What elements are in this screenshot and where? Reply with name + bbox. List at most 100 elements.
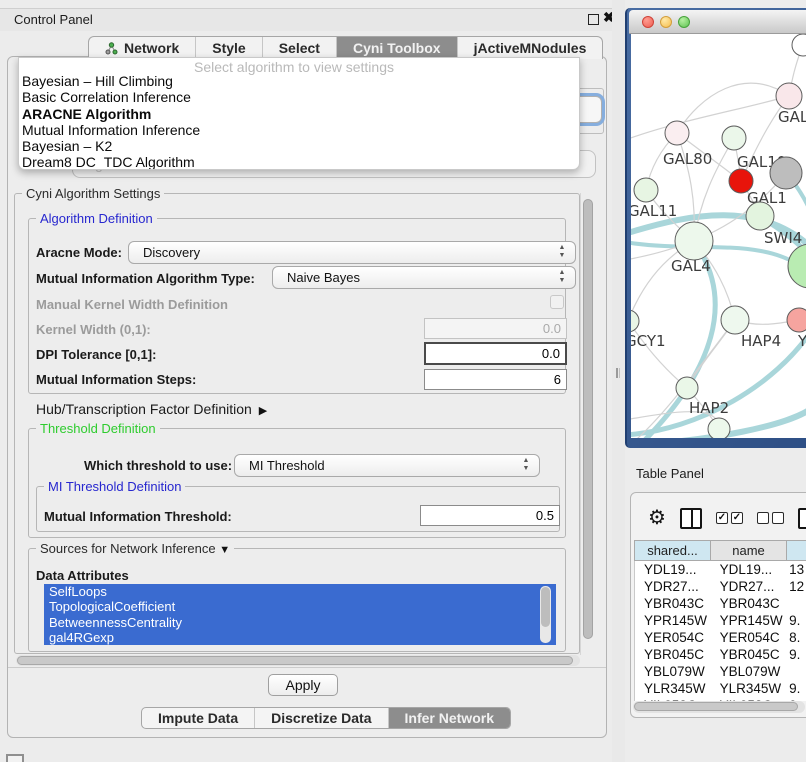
column-header-partial[interactable] (786, 540, 806, 561)
cell-value (786, 595, 806, 612)
attribute-list-scrollbar[interactable] (540, 586, 551, 643)
algorithm-dropdown-popup: Select algorithm to view settings Bayesi… (18, 57, 580, 170)
manual-kernel-checkbox[interactable] (550, 295, 564, 309)
column-header-shared[interactable]: shared... (634, 540, 710, 561)
tab-style[interactable]: Style (196, 37, 262, 59)
network-node[interactable] (665, 121, 689, 145)
network-node-label: SWI4 (764, 229, 802, 247)
stepper-icon: ▲▼ (521, 457, 531, 475)
attribute-item-selected[interactable]: TopologicalCoefficient (44, 599, 556, 614)
network-node[interactable] (721, 306, 749, 334)
settings-horizontal-scrollbar[interactable] (16, 655, 580, 666)
scrollbar-thumb[interactable] (583, 199, 593, 639)
float-window-icon[interactable] (588, 14, 599, 25)
network-node[interactable] (776, 83, 802, 109)
table-row[interactable]: YER054C YER054C 8. (635, 629, 806, 646)
table-row[interactable]: YDL19... YDL19... 13 (635, 561, 806, 578)
tab-jactivemnodules[interactable]: jActiveMNodules (458, 37, 603, 59)
minimize-traffic-light-icon[interactable] (660, 16, 672, 28)
table-row[interactable]: YBR045C YBR045C 9. (635, 646, 806, 663)
network-edge[interactable] (677, 83, 789, 133)
algorithm-option[interactable]: Bayesian – Hill Climbing (19, 73, 579, 89)
hub-definition-label: Hub/Transcription Factor Definition (36, 401, 252, 417)
tab-infer-network[interactable]: Infer Network (389, 708, 510, 728)
table-row[interactable]: YLR345W YLR345W 9. (635, 680, 806, 697)
tab-discretize-data-label: Discretize Data (271, 710, 371, 726)
scrollbar-thumb[interactable] (17, 656, 573, 665)
tab-select[interactable]: Select (263, 37, 337, 59)
network-node[interactable] (631, 310, 639, 332)
network-node[interactable] (676, 377, 698, 399)
table-row[interactable]: YPR145W YPR145W 9. (635, 612, 806, 629)
table-row[interactable]: YDR27... YDR27... 12 (635, 578, 806, 595)
network-node-label: GAL4 (671, 257, 711, 275)
tab-network[interactable]: Network (89, 37, 196, 59)
attribute-item-selected[interactable]: gal4RGexp (44, 630, 556, 645)
table-horizontal-scrollbar[interactable] (633, 701, 805, 713)
table-row[interactable]: YBR043C YBR043C (635, 595, 806, 612)
network-node[interactable] (787, 308, 806, 332)
which-threshold-combobox[interactable]: MI Threshold ▲▼ (234, 454, 540, 477)
network-node[interactable] (675, 222, 713, 260)
cell-value: 12 (786, 578, 806, 595)
network-node[interactable] (634, 178, 658, 202)
network-node[interactable] (708, 418, 730, 438)
network-node[interactable] (770, 157, 802, 189)
kernel-width-field[interactable] (424, 318, 567, 339)
minimized-panel-stub[interactable] (6, 754, 24, 762)
node-table: shared... name YDL19... YDL19... 13 YDR2… (634, 540, 806, 701)
mi-threshold-definition-title: MI Threshold Definition (44, 479, 185, 494)
unchecked-checkbox-icon (772, 512, 784, 524)
unselect-all-columns-icon[interactable] (757, 512, 784, 524)
cell-value (786, 663, 806, 680)
network-canvas[interactable]: GALGAL80GAL10GAL1GAL11SWI4GAL4GCY1HAP4YH… (631, 34, 806, 438)
hub-definition-toggle[interactable]: Hub/Transcription Factor Definition ▶ (36, 401, 267, 417)
tab-discretize-data[interactable]: Discretize Data (255, 708, 388, 728)
tab-jactivemnodules-label: jActiveMNodules (474, 40, 587, 56)
cell-shared-name: YDR27... (635, 578, 711, 595)
attribute-item-selected[interactable]: SelfLoops (44, 584, 556, 599)
mi-type-combobox[interactable]: Naive Bayes ▲▼ (272, 266, 576, 289)
aracne-mode-combobox[interactable]: Discovery ▲▼ (128, 241, 576, 264)
network-graph[interactable]: GALGAL80GAL10GAL1GAL11SWI4GAL4GCY1HAP4YH… (631, 34, 806, 438)
network-node[interactable] (788, 244, 806, 288)
select-all-columns-icon[interactable]: ✓ ✓ (716, 512, 743, 524)
algorithm-option[interactable]: Basic Correlation Inference (19, 89, 579, 105)
sources-title[interactable]: Sources for Network Inference ▼ (36, 541, 234, 556)
data-attributes-list: SelfLoops TopologicalCoefficient Between… (44, 584, 556, 645)
network-window-titlebar[interactable] (629, 10, 806, 34)
column-header-name[interactable]: name (710, 540, 786, 561)
scrollbar-thumb[interactable] (634, 702, 798, 711)
algorithm-option[interactable]: Bayesian – K2 (19, 138, 579, 154)
gear-icon[interactable]: ⚙ (648, 505, 666, 531)
algorithm-option[interactable]: ARACNE Algorithm (19, 106, 579, 122)
mi-type-value: Naive Bayes (287, 270, 360, 285)
tab-impute-data[interactable]: Impute Data (142, 708, 255, 728)
panel-divider[interactable] (612, 0, 625, 762)
attribute-item-selected[interactable]: BetweennessCentrality (44, 615, 556, 630)
tab-cyni-toolbox[interactable]: Cyni Toolbox (337, 37, 458, 59)
columns-icon[interactable] (680, 508, 702, 529)
table-body: YDL19... YDL19... 13 YDR27... YDR27... 1… (634, 561, 806, 701)
document-icon[interactable] (798, 508, 806, 529)
zoom-traffic-light-icon[interactable] (678, 16, 690, 28)
mi-steps-field[interactable] (424, 369, 567, 390)
scrollbar-thumb[interactable] (541, 587, 550, 627)
algorithm-option[interactable]: Mutual Information Inference (19, 122, 579, 138)
table-row[interactable]: YBL079W YBL079W (635, 663, 806, 680)
data-attributes-label: Data Attributes (36, 568, 129, 583)
settings-vertical-scrollbar[interactable] (580, 193, 594, 655)
close-traffic-light-icon[interactable] (642, 16, 654, 28)
network-node[interactable] (746, 202, 774, 230)
stepper-icon: ▲▼ (557, 269, 567, 287)
dpi-tolerance-field[interactable] (424, 342, 567, 365)
divider-grip-icon[interactable] (616, 368, 620, 378)
apply-button[interactable]: Apply (268, 674, 338, 696)
network-node[interactable] (792, 34, 806, 56)
mi-type-label: Mutual Information Algorithm Type: (36, 271, 255, 286)
control-panel-tabbar: Network Style Select Cyni Toolbox jActiv… (88, 36, 603, 59)
algorithm-option[interactable]: Dream8 DC_TDC Algorithm (19, 154, 579, 170)
mi-threshold-field[interactable] (420, 505, 560, 526)
network-node[interactable] (722, 126, 746, 150)
which-threshold-value: MI Threshold (249, 458, 325, 473)
